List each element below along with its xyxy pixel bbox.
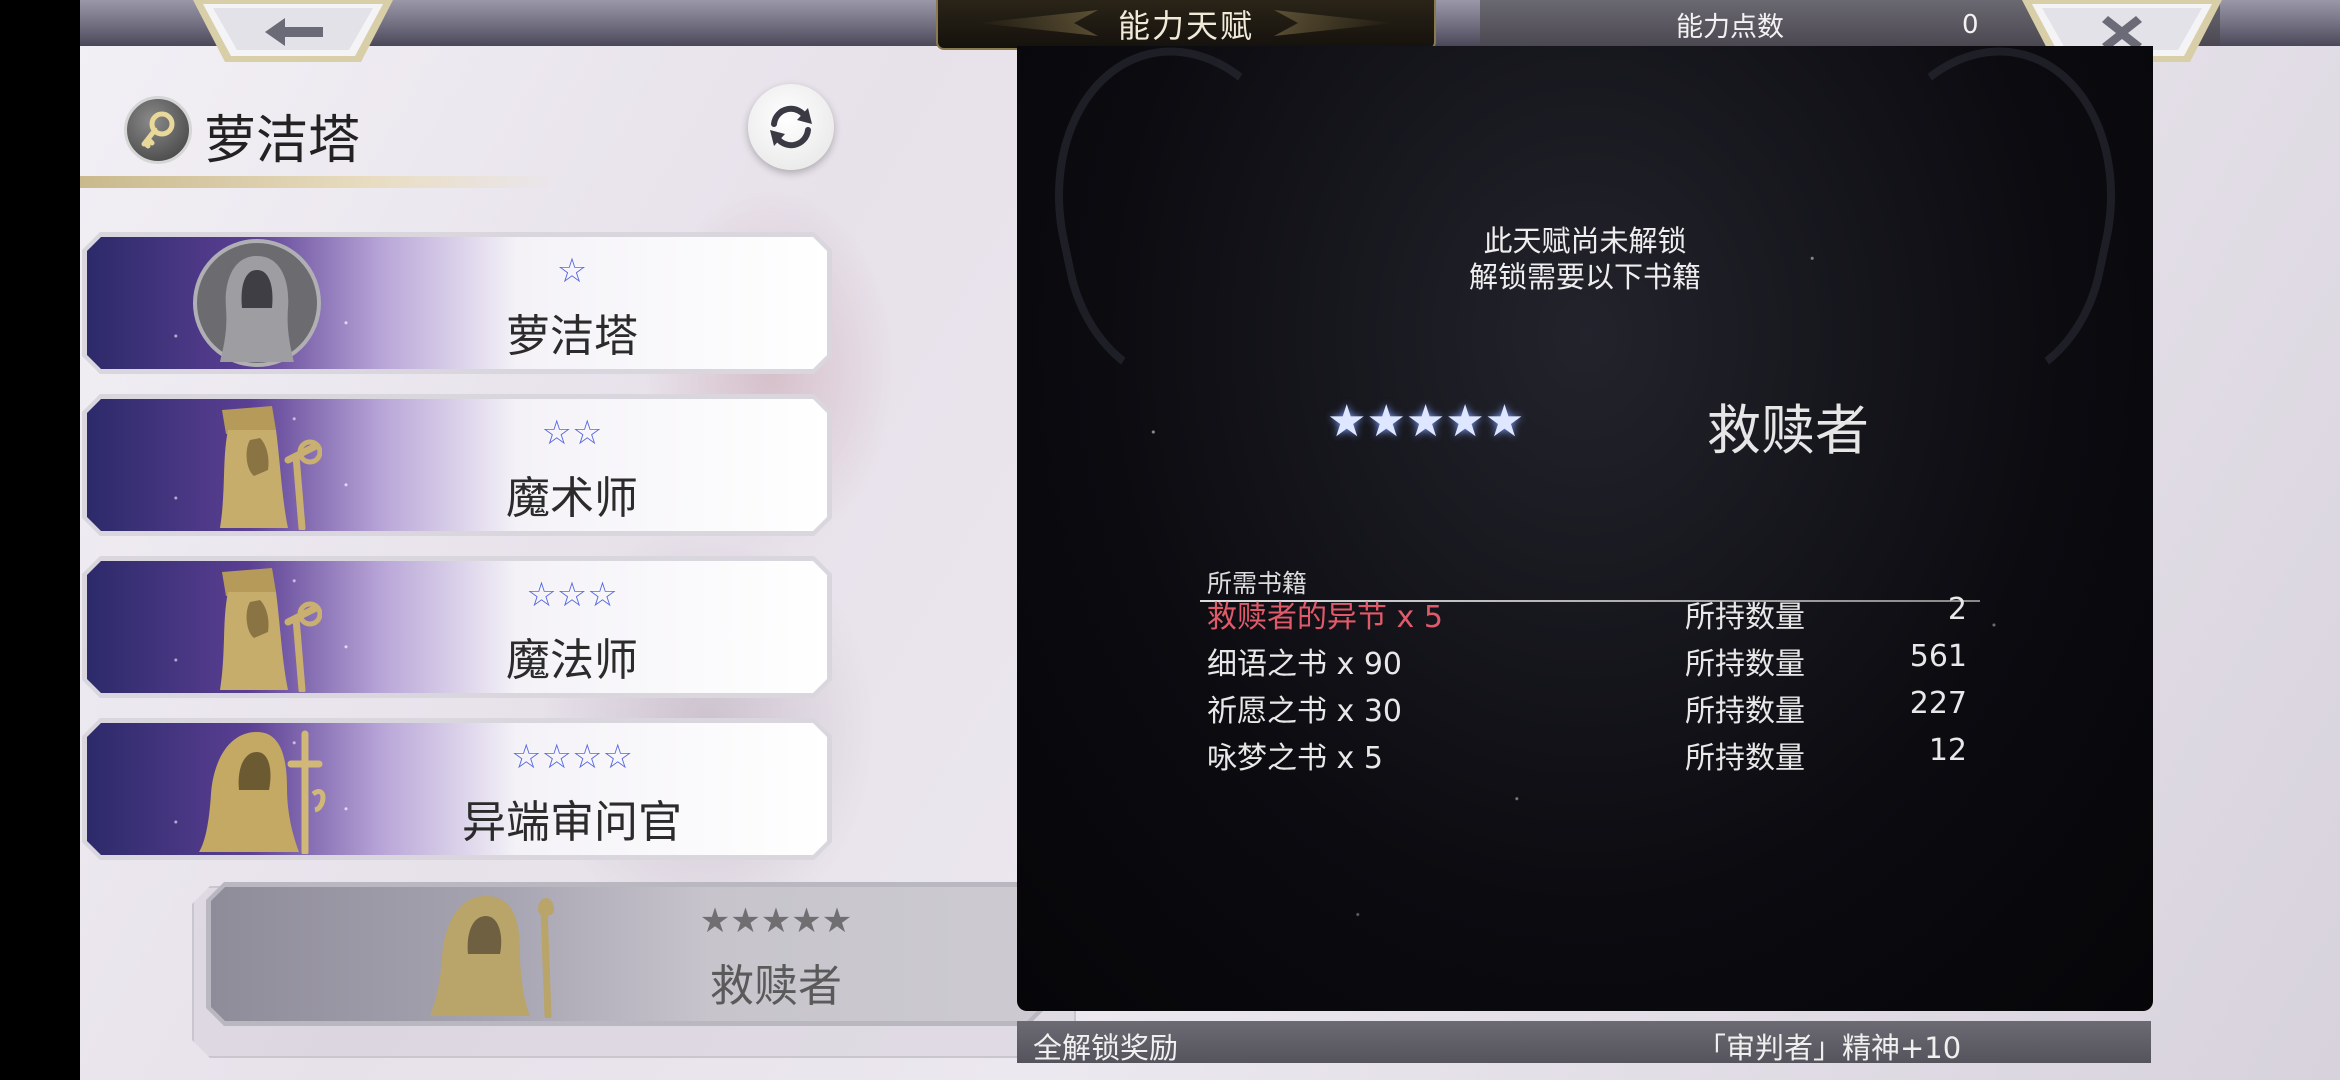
title-wing-right — [1274, 10, 1394, 36]
book-name: 细语之书 x 90 — [1207, 647, 1402, 682]
character-name: 萝洁塔 — [204, 111, 361, 171]
talent-stars-2: ☆☆ — [541, 413, 603, 453]
owned-count: 12 — [1928, 733, 1967, 768]
reward-value: 「审判者」精神+10 — [1697, 1031, 1962, 1065]
owned-label: 所持数量 — [1685, 694, 1805, 729]
book-name: 救赎者的异节 x 5 — [1207, 600, 1443, 635]
talent-stars-1: ☆ — [556, 251, 588, 291]
talent-detail-panel: 此天赋尚未解锁 解锁需要以下书籍 ★★★★★ 救赎者 所需书籍 救赎者的异节 x… — [1017, 23, 2153, 1011]
talent-card-1[interactable]: ☆ 萝洁塔 — [82, 232, 832, 374]
frame-ornament-right — [1824, 23, 2146, 405]
talent-screen: 能力天赋 能力点数 0 萝洁塔 ☆ 萝洁塔 ☆☆ 魔术师 ☆☆☆ 魔法师 ☆☆☆… — [80, 0, 2340, 1080]
talent-name-3: 魔法师 — [506, 635, 638, 686]
owned-label: 所持数量 — [1685, 600, 1805, 635]
book-row: 救赎者的异节 x 5 所持数量 2 — [1207, 592, 1967, 636]
talent-stars-5: ★★★★★ — [699, 901, 853, 941]
refresh-icon — [770, 105, 812, 149]
ability-points-label: 能力点数 — [1676, 12, 1784, 43]
owned-count: 2 — [1947, 592, 1967, 627]
owned-label: 所持数量 — [1685, 647, 1805, 682]
talent-name-5: 救赎者 — [710, 961, 842, 1012]
detail-stars: ★★★★★ — [1327, 396, 1525, 447]
book-name: 咏梦之书 x 5 — [1207, 741, 1383, 776]
book-row: 细语之书 x 90 所持数量 561 — [1207, 639, 1967, 683]
owned-count: 561 — [1909, 639, 1967, 674]
talent-name-2: 魔术师 — [506, 473, 638, 524]
locked-message-line2: 解锁需要以下书籍 — [1468, 260, 1701, 294]
talent-card-4[interactable]: ☆☆☆☆ 异端审问官 — [82, 718, 832, 860]
reward-label: 全解锁奖励 — [1033, 1031, 1179, 1065]
name-underline — [80, 176, 560, 188]
book-name: 祈愿之书 x 30 — [1207, 694, 1402, 729]
talent-card-5-locked[interactable]: ★★★★★ 救赎者 — [206, 882, 1046, 1026]
ability-points-value: 0 — [1962, 10, 1979, 40]
talent-stars-3: ☆☆☆ — [526, 575, 618, 615]
page-title: 能力天赋 — [1117, 7, 1254, 45]
title-plate: 能力天赋 — [936, 0, 1436, 50]
talent-card-2[interactable]: ☆☆ 魔术师 — [82, 394, 832, 536]
book-row: 祈愿之书 x 30 所持数量 227 — [1207, 686, 1967, 730]
screen-edge-left — [0, 0, 80, 1080]
book-row: 咏梦之书 x 5 所持数量 12 — [1207, 733, 1967, 777]
owned-count: 227 — [1909, 686, 1967, 721]
key-icon — [124, 96, 192, 164]
frame-ornament-left — [1024, 23, 1346, 405]
back-button[interactable] — [193, 0, 393, 66]
refresh-button[interactable] — [748, 84, 834, 170]
title-wing-left — [978, 10, 1098, 36]
full-unlock-reward-bar: 全解锁奖励 「审判者」精神+10 — [1017, 1021, 2151, 1065]
talent-name-4: 异端审问官 — [462, 797, 682, 848]
talent-name-1: 萝洁塔 — [506, 311, 638, 362]
talent-stars-4: ☆☆☆☆ — [511, 737, 633, 777]
owned-label: 所持数量 — [1685, 741, 1805, 776]
talent-card-3[interactable]: ☆☆☆ 魔法师 — [82, 556, 832, 698]
detail-talent-name: 救赎者 — [1707, 399, 1869, 462]
arrow-left-icon — [193, 0, 393, 62]
